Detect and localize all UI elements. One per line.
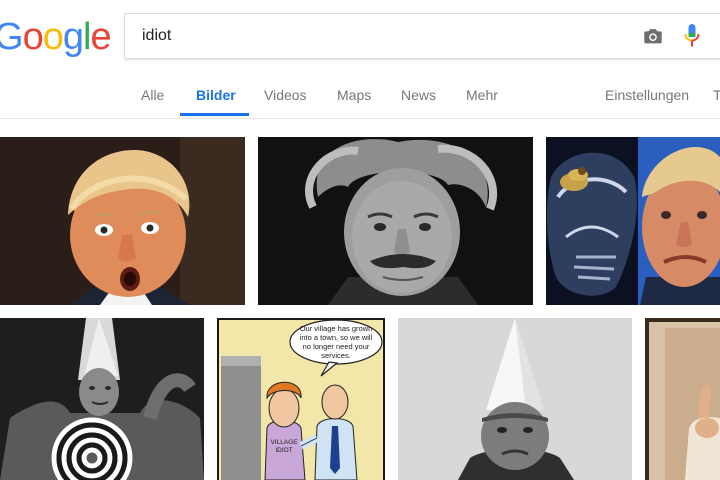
result-thumbnail (0, 137, 245, 305)
image-result-3[interactable] (546, 137, 720, 305)
tab-videos[interactable]: Videos (264, 86, 307, 104)
logo-letter: e (90, 16, 111, 58)
result-thumbnail (258, 137, 533, 305)
camera-icon[interactable] (642, 25, 664, 47)
google-logo[interactable]: Google (0, 14, 112, 60)
image-result-1[interactable] (0, 137, 245, 305)
tab-bilder[interactable]: Bilder (196, 86, 236, 104)
search-box (124, 13, 720, 59)
tab-einstellungen[interactable]: Einstellungen (605, 86, 689, 104)
speech-bubble-line: no longer need your (303, 342, 370, 351)
logo-letter: g (62, 16, 84, 58)
result-thumbnail (0, 318, 204, 480)
logo-letter: G (0, 16, 24, 58)
image-result-5[interactable]: Our village has grown into a town, so we… (217, 318, 385, 480)
tab-tools[interactable]: T (713, 86, 720, 104)
tab-mehr[interactable]: Mehr (466, 86, 498, 104)
result-thumbnail (398, 318, 632, 480)
shirt-text-line: IDIOT (275, 447, 292, 454)
image-result-7[interactable] (645, 318, 720, 480)
logo-letter: o (42, 16, 64, 58)
speech-bubble-line: services. (321, 351, 351, 360)
speech-bubble-line: into a town, so we will (300, 333, 373, 342)
tab-maps[interactable]: Maps (337, 86, 371, 104)
speech-bubble-line: Our village has grown (300, 324, 373, 333)
search-header: Google Alle Bilder Videos Maps News Mehr… (0, 0, 720, 119)
result-thumbnail (546, 137, 720, 305)
microphone-icon[interactable] (683, 23, 701, 49)
image-result-6[interactable] (398, 318, 632, 480)
image-result-4[interactable] (0, 318, 204, 480)
search-input[interactable] (142, 25, 622, 47)
search-tabs: Alle Bilder Videos Maps News Mehr Einste… (0, 80, 720, 118)
logo-letter: o (22, 16, 44, 58)
result-thumbnail: Our village has grown into a town, so we… (217, 318, 385, 480)
shirt-text-line: VILLAGE (270, 439, 298, 446)
tab-alle[interactable]: Alle (141, 86, 164, 104)
tab-news[interactable]: News (401, 86, 436, 104)
image-result-2[interactable] (258, 137, 533, 305)
logo-letter: l (82, 16, 92, 58)
active-tab-indicator (180, 113, 249, 116)
result-thumbnail (645, 318, 720, 480)
